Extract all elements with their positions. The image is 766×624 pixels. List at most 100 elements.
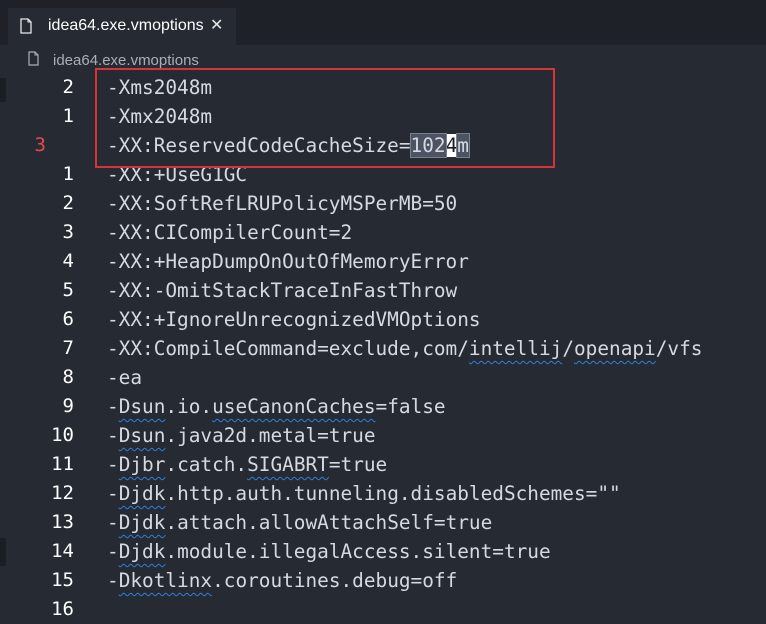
spelling-marked-text: Djdk [118,540,166,563]
code-text[interactable]: -XX:CompileCommand=exclude,com/intellij/… [107,334,702,363]
spelling-marked-text: Djbr [118,453,166,476]
code-token: - [107,424,119,447]
spelling-marked-text: Dkotlinx [118,569,213,592]
code-token: .coroutines.debug=off [212,569,458,592]
spelling-marked-text: Dsun [118,424,166,447]
code-text[interactable]: -XX:+UseG1GC [107,160,247,189]
code-text[interactable]: -XX:CICompilerCount=2 [107,218,352,247]
code-line[interactable]: 1 -XX:+UseG1GC [0,160,766,189]
code-token: -XX:CompileCommand=exclude,com/ [107,337,469,360]
selected-text: m [456,133,470,158]
code-token: .java2d.metal=true [165,424,376,447]
code-text[interactable]: -Dkotlinx.coroutines.debug=off [107,566,457,595]
file-icon [20,18,32,34]
code-line[interactable]: 3 -XX:ReservedCodeCacheSize=1024m [0,131,766,160]
line-number: 3 [62,221,74,243]
code-line[interactable]: 2 -XX:SoftRefLRUPolicyMSPerMB=50 [0,189,766,218]
code-line[interactable]: 16 [0,595,766,624]
code-line[interactable]: 7 -XX:CompileCommand=exclude,com/intellij… [0,334,766,363]
code-text[interactable]: -Dsun.io.useCanonCaches=false [107,392,446,421]
code-token: -XX:+HeapDumpOnOutOfMemoryError [107,250,469,273]
line-number: 12 [51,482,74,504]
code-token: - [107,511,119,534]
line-number: 8 [62,366,74,388]
editor[interactable]: 2 -Xms2048m 1 -Xmx2048m 3 -XX:ReservedCodeCac… [0,73,766,620]
spelling-marked-text: openapi [574,337,656,360]
line-number: 6 [62,308,74,330]
code-text[interactable]: -XX:SoftRefLRUPolicyMSPerMB=50 [107,189,457,218]
code-token: -XX:SoftRefLRUPolicyMSPerMB=50 [107,192,458,215]
code-token: =true [328,453,388,476]
code-text[interactable]: -Djbr.catch.SIGABRT=true [107,450,387,479]
code-text[interactable]: -XX:+IgnoreUnrecognizedVMOptions [107,305,481,334]
code-token: -XX:-OmitStackTraceInFastThrow [107,279,458,302]
line-number: 10 [51,424,74,446]
code-line[interactable]: 6 -XX:+IgnoreUnrecognizedVMOptions [0,305,766,334]
code-token: =false [375,395,446,418]
line-number: 15 [51,569,74,591]
code-line[interactable]: 10 -Dsun.java2d.metal=true [0,421,766,450]
code-token: -XX:ReservedCodeCacheSize= [107,134,411,157]
line-number: 5 [62,279,74,301]
file-icon [28,51,39,66]
code-token: -Xmx2048m [107,105,213,128]
spelling-marked-text: Djdk [118,511,166,534]
code-line[interactable]: 8 -ea [0,363,766,392]
code-line[interactable]: 15 -Dkotlinx.coroutines.debug=off [0,566,766,595]
line-number: 13 [51,511,74,533]
line-number: 2 [62,76,74,98]
code-line[interactable]: 1 -Xmx2048m [0,102,766,131]
code-token: / [562,337,574,360]
code-token: .attach.allowAttachSelf=true [165,511,493,534]
line-number: 3 [34,134,46,156]
spelling-marked-text: useCanonCaches [212,395,376,418]
tab-bar: idea64.exe.vmoptions ✕ [0,0,766,45]
code-token: - [107,453,119,476]
breadcrumb-file[interactable]: idea64.exe.vmoptions [53,52,199,70]
code-text[interactable]: -Djdk.module.illegalAccess.silent=true [107,537,551,566]
line-number: 16 [51,598,74,620]
code-text[interactable]: -Djdk.http.auth.tunneling.disabledScheme… [107,479,621,508]
code-line[interactable]: 9 -Dsun.io.useCanonCaches=false [0,392,766,421]
code-line[interactable]: 13 -Djdk.attach.allowAttachSelf=true [0,508,766,537]
code-text[interactable]: -Dsun.java2d.metal=true [107,421,376,450]
code-token: - [107,569,119,592]
line-number: 2 [62,192,74,214]
code-token: .io. [165,395,213,418]
spelling-marked-text: SIGABRT [247,453,329,476]
code-text[interactable]: -XX:+HeapDumpOnOutOfMemoryError [107,247,469,276]
code-token: - [107,482,119,505]
text-cursor: 4 [445,134,458,157]
code-text[interactable]: -XX:ReservedCodeCacheSize=1024m [107,131,470,160]
code-token: .module.illegalAccess.silent=true [165,540,551,563]
code-token: - [107,540,119,563]
code-text[interactable]: -Xms2048m [107,73,212,102]
code-line[interactable]: 3 -XX:CICompilerCount=2 [0,218,766,247]
code-text[interactable]: -ea [107,363,142,392]
code-token: -Xms2048m [107,76,213,99]
spelling-marked-text: intellij [468,337,563,360]
code-token: -ea [107,366,143,389]
line-number: 9 [62,395,74,417]
code-token: .catch. [165,453,248,476]
spelling-marked-text: Dsun [118,395,166,418]
code-line[interactable]: 2 -Xms2048m [0,73,766,102]
spelling-marked-text: Djdk [118,482,166,505]
close-icon[interactable]: ✕ [210,15,223,35]
code-text[interactable]: -XX:-OmitStackTraceInFastThrow [107,276,457,305]
code-line[interactable]: 12 -Djdk.http.auth.tunneling.disabledSche… [0,479,766,508]
line-number: 1 [62,105,74,127]
code-token: - [107,395,119,418]
code-line[interactable]: 11 -Djbr.catch.SIGABRT=true [0,450,766,479]
code-line[interactable]: 4 -XX:+HeapDumpOnOutOfMemoryError [0,247,766,276]
code-text[interactable]: -Xmx2048m [107,102,212,131]
code-token: .http.auth.tunneling.disabledSchemes="" [165,482,621,505]
line-number: 11 [51,453,74,475]
code-line[interactable]: 5 -XX:-OmitStackTraceInFastThrow [0,276,766,305]
code-line[interactable]: 14 -Djdk.module.illegalAccess.silent=true [0,537,766,566]
code-text[interactable]: -Djdk.attach.allowAttachSelf=true [107,508,492,537]
line-number: 14 [51,540,74,562]
code-token: -XX:+UseG1GC [107,163,248,186]
line-number: 4 [62,250,74,272]
tab-vmoptions[interactable]: idea64.exe.vmoptions ✕ [8,8,236,45]
